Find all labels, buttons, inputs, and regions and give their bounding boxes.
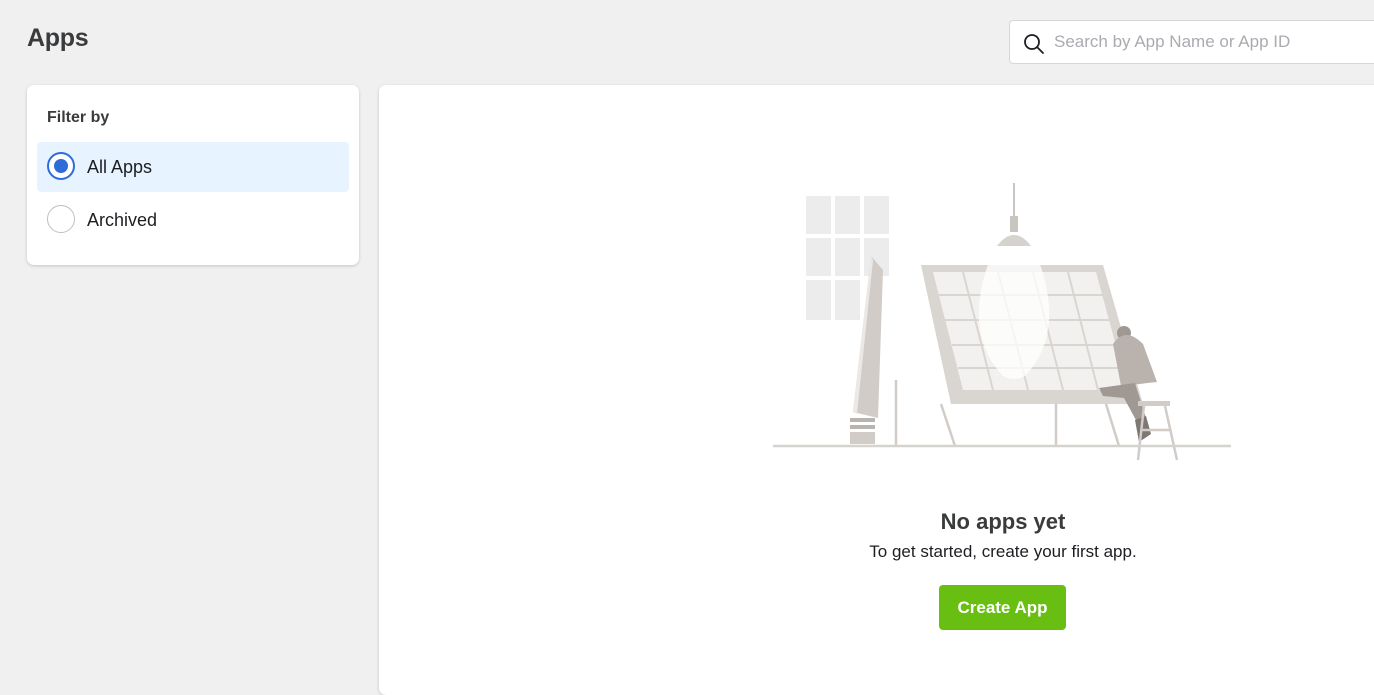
create-app-button[interactable]: Create App (939, 585, 1066, 630)
page-title: Apps (27, 24, 89, 52)
filter-panel: Filter by All Apps Archived (27, 85, 359, 265)
empty-state-illustration (773, 183, 1231, 461)
radio-button[interactable] (47, 205, 75, 233)
empty-state-title: No apps yet (940, 509, 1066, 534)
radio-button-selected[interactable] (47, 152, 75, 180)
search-icon (1024, 34, 1044, 54)
filter-option-label: All Apps (87, 157, 153, 177)
filter-option-all-apps[interactable]: All Apps (37, 142, 349, 192)
empty-state-subtitle: To get started, create your first app. (869, 542, 1137, 561)
filter-option-label: Archived (87, 210, 158, 230)
search-box[interactable] (1009, 20, 1374, 64)
search-input[interactable] (1054, 21, 1374, 63)
filter-title: Filter by (47, 109, 110, 126)
apps-content-panel: No apps yet To get started, create your … (379, 85, 1374, 695)
filter-option-archived[interactable]: Archived (37, 195, 349, 245)
